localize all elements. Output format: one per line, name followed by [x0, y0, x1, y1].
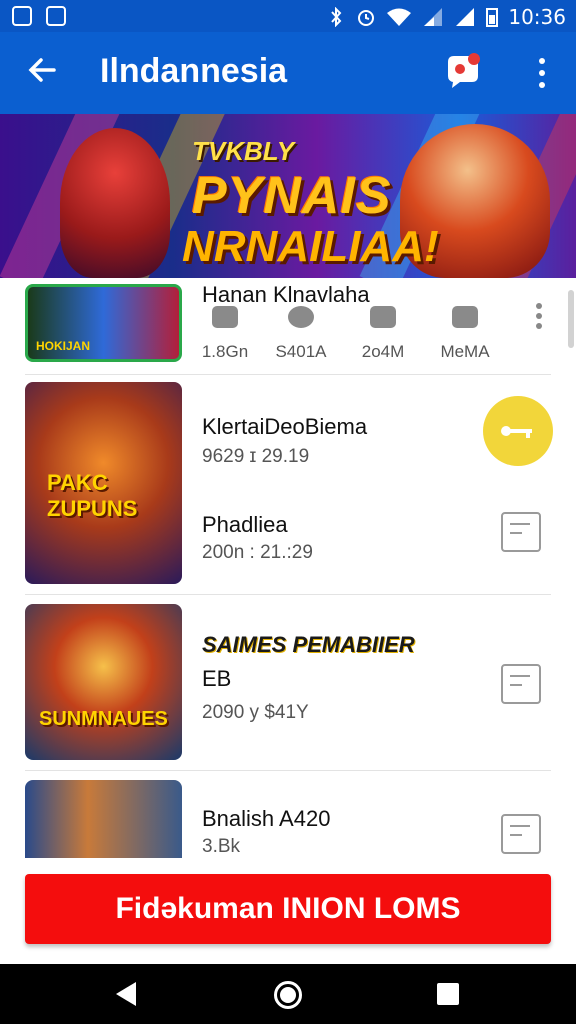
game-subtitle: EB — [202, 666, 232, 691]
document-action-button[interactable] — [501, 664, 541, 704]
game-meta: 9629 ɪ 29.19 — [202, 446, 310, 467]
banner-headline-bottom: NRNAILIAA! — [182, 222, 439, 271]
back-arrow-icon[interactable] — [26, 54, 58, 86]
banner-headline: PYNAIS — [192, 167, 392, 225]
primary-cta-button[interactable]: Fidəkuman INION LOMS — [25, 874, 551, 944]
promo-banner[interactable]: TVKBLY PYNAIS NRNAILIAA! — [0, 114, 576, 278]
game-thumbnail: SUNMNAUES — [25, 604, 182, 760]
list-item[interactable]: HOKIJAN Hanan Klnavlaha 1.8Gn S401A 2o4M… — [0, 278, 576, 374]
wifi-icon — [387, 8, 412, 26]
list-item[interactable]: PAKC ZUPUNS KlertaiDeoBiema 9629 ɪ 29.19… — [0, 374, 576, 594]
alarm-icon — [358, 10, 375, 26]
signal-icon — [424, 8, 443, 26]
book-icon — [370, 306, 396, 328]
game-list: HOKIJAN Hanan Klnavlaha 1.8Gn S401A 2o4M… — [0, 278, 576, 858]
system-nav-bar — [0, 964, 576, 1024]
key-action-button[interactable] — [483, 396, 553, 466]
game-thumbnail — [25, 780, 182, 858]
photo-icon — [46, 6, 66, 26]
app-bar: Ilndannesia — [0, 32, 576, 114]
game-meta: 2090 y $41Y — [202, 702, 309, 723]
list-item[interactable]: SUNMNAUES SAIMES PEMABIIER EB 2090 y $41… — [0, 594, 576, 770]
list-item[interactable]: Bnalish A420 3.Bk — [0, 770, 576, 858]
battery-icon — [486, 8, 499, 27]
game-submeta: 200n : 21.:29 — [202, 542, 313, 563]
document-action-button[interactable] — [501, 512, 541, 552]
nav-recents-icon[interactable] — [437, 983, 459, 1005]
game-title: Bnalish A420 — [202, 806, 331, 831]
chat-notification-icon[interactable] — [444, 52, 482, 90]
status-bar: 10:36 — [0, 0, 576, 32]
banner-headline-small: TVKBLY — [192, 136, 295, 166]
game-title: Hanan Klnavlaha — [202, 282, 370, 307]
tag-icon — [452, 306, 478, 328]
nav-back-icon[interactable] — [116, 982, 136, 1006]
bluetooth-icon — [331, 7, 342, 27]
game-subtitle: Phadliea — [202, 512, 288, 537]
stat-size: 1.8Gn — [190, 306, 260, 362]
game-thumbnail: HOKIJAN — [25, 284, 182, 362]
more-options-icon[interactable] — [530, 56, 554, 90]
game-title: SAIMES PEMABIIER — [202, 632, 415, 657]
stat-rating: S401A — [266, 306, 336, 362]
nav-home-icon[interactable] — [274, 981, 302, 1009]
stat-category: MeMA — [430, 306, 500, 362]
red-robot-character — [60, 128, 170, 278]
game-meta: 3.Bk — [202, 836, 241, 857]
stat-downloads: 2o4M — [348, 306, 418, 362]
clock: 10:36 — [508, 5, 566, 29]
page-title: Ilndannesia — [100, 52, 288, 90]
key-icon — [501, 426, 532, 438]
check-icon — [288, 306, 314, 328]
document-action-button[interactable] — [501, 814, 541, 854]
game-title: KlertaiDeoBiema — [202, 414, 368, 439]
notification-icon — [12, 6, 32, 26]
signal-icon-2 — [456, 8, 475, 26]
gear-icon — [212, 306, 238, 328]
item-menu-icon[interactable] — [534, 302, 544, 330]
scrollbar[interactable] — [568, 290, 574, 348]
game-thumbnail: PAKC ZUPUNS — [25, 382, 182, 584]
